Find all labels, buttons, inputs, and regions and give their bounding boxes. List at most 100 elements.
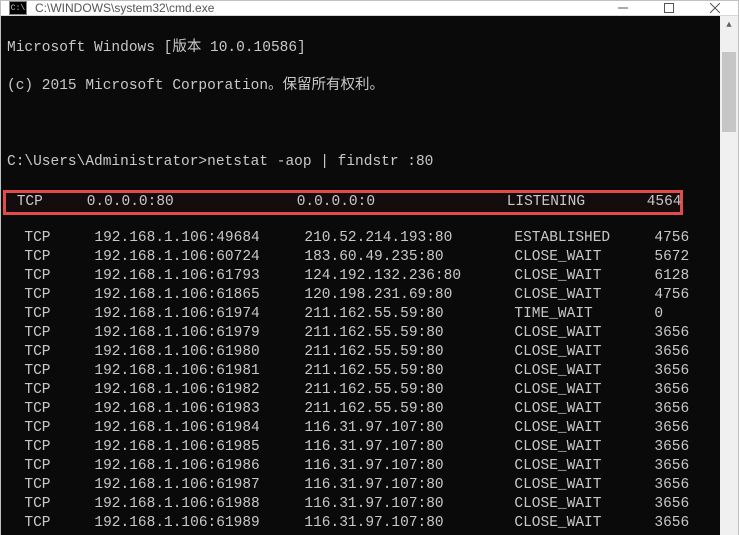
scroll-up-button[interactable]: ▲ bbox=[720, 16, 738, 34]
netstat-row: TCP192.168.1.106:61979211.162.55.59:80CL… bbox=[7, 324, 714, 343]
cell-local: 192.168.1.106:61986 bbox=[94, 457, 304, 476]
blank-line bbox=[7, 115, 714, 134]
cell-foreign: 211.162.55.59:80 bbox=[304, 381, 514, 400]
vertical-scrollbar[interactable]: ▲ ▼ bbox=[720, 16, 738, 535]
cell-local: 192.168.1.106:61988 bbox=[94, 495, 304, 514]
maximize-button[interactable] bbox=[646, 1, 692, 15]
cell-foreign: 211.162.55.59:80 bbox=[304, 343, 514, 362]
cell-proto: TCP bbox=[24, 400, 94, 419]
cell-foreign: 210.52.214.193:80 bbox=[304, 229, 514, 248]
cell-pid: 3656 bbox=[654, 438, 689, 457]
terminal-area: Microsoft Windows [版本 10.0.10586] (c) 20… bbox=[1, 16, 738, 535]
netstat-row: TCP192.168.1.106:61983211.162.55.59:80CL… bbox=[7, 400, 714, 419]
cell-state: CLOSE_WAIT bbox=[514, 438, 654, 457]
cell-proto: TCP bbox=[24, 324, 94, 343]
cell-state: LISTENING bbox=[507, 193, 647, 212]
netstat-row: TCP192.168.1.106:49684210.52.214.193:80E… bbox=[7, 229, 714, 248]
cell-local: 192.168.1.106:60724 bbox=[94, 248, 304, 267]
titlebar[interactable]: C:\ C:\WINDOWS\system32\cmd.exe bbox=[1, 1, 738, 16]
cell-pid: 6128 bbox=[654, 267, 689, 286]
cell-pid: 4564 bbox=[647, 193, 682, 212]
netstat-row: TCP192.168.1.106:61982211.162.55.59:80CL… bbox=[7, 381, 714, 400]
netstat-row: TCP192.168.1.106:61984116.31.97.107:80CL… bbox=[7, 419, 714, 438]
cell-foreign: 211.162.55.59:80 bbox=[304, 324, 514, 343]
cell-state: CLOSE_WAIT bbox=[514, 400, 654, 419]
cell-proto: TCP bbox=[24, 419, 94, 438]
cell-proto: TCP bbox=[24, 362, 94, 381]
cell-pid: 3656 bbox=[654, 343, 689, 362]
netstat-row: TCP192.168.1.106:61985116.31.97.107:80CL… bbox=[7, 438, 714, 457]
cell-proto: TCP bbox=[24, 286, 94, 305]
cell-local: 192.168.1.106:61979 bbox=[94, 324, 304, 343]
cmd-icon: C:\ bbox=[9, 1, 27, 15]
cell-pid: 3656 bbox=[654, 400, 689, 419]
cell-state: ESTABLISHED bbox=[514, 229, 654, 248]
cell-state: TIME_WAIT bbox=[514, 305, 654, 324]
minimize-button[interactable] bbox=[600, 1, 646, 15]
cell-proto: TCP bbox=[24, 514, 94, 533]
netstat-row: TCP192.168.1.106:61986116.31.97.107:80CL… bbox=[7, 457, 714, 476]
cell-state: CLOSE_WAIT bbox=[514, 381, 654, 400]
cell-proto: TCP bbox=[24, 457, 94, 476]
close-button[interactable] bbox=[692, 1, 738, 15]
cell-state: CLOSE_WAIT bbox=[514, 286, 654, 305]
cell-local: 192.168.1.106:49684 bbox=[94, 229, 304, 248]
cell-pid: 3656 bbox=[654, 476, 689, 495]
cell-foreign: 116.31.97.107:80 bbox=[304, 476, 514, 495]
cell-local: 192.168.1.106:61865 bbox=[94, 286, 304, 305]
cell-state: CLOSE_WAIT bbox=[514, 267, 654, 286]
cell-state: CLOSE_WAIT bbox=[514, 476, 654, 495]
cell-state: CLOSE_WAIT bbox=[514, 362, 654, 381]
cell-foreign: 116.31.97.107:80 bbox=[304, 495, 514, 514]
cell-foreign: 116.31.97.107:80 bbox=[304, 514, 514, 533]
highlighted-row: TCP0.0.0.0:800.0.0.0:0LISTENING4564 bbox=[7, 191, 714, 210]
netstat-row: TCP192.168.1.106:61987116.31.97.107:80CL… bbox=[7, 476, 714, 495]
cell-proto: TCP bbox=[24, 229, 94, 248]
cell-state: CLOSE_WAIT bbox=[514, 419, 654, 438]
cell-pid: 3656 bbox=[654, 381, 689, 400]
cell-local: 192.168.1.106:61974 bbox=[94, 305, 304, 324]
cell-foreign: 120.198.231.69:80 bbox=[304, 286, 514, 305]
cell-state: CLOSE_WAIT bbox=[514, 495, 654, 514]
cell-state: CLOSE_WAIT bbox=[514, 324, 654, 343]
netstat-row: TCP192.168.1.106:60724183.60.49.235:80CL… bbox=[7, 248, 714, 267]
cell-local: 0.0.0.0:80 bbox=[87, 193, 297, 212]
cell-proto: TCP bbox=[24, 476, 94, 495]
cell-pid: 0 bbox=[654, 305, 663, 324]
netstat-row: TCP192.168.1.106:61988116.31.97.107:80CL… bbox=[7, 495, 714, 514]
terminal-output[interactable]: Microsoft Windows [版本 10.0.10586] (c) 20… bbox=[1, 16, 720, 535]
cell-proto: TCP bbox=[24, 305, 94, 324]
cell-local: 192.168.1.106:61793 bbox=[94, 267, 304, 286]
cell-local: 192.168.1.106:61989 bbox=[94, 514, 304, 533]
cell-local: 192.168.1.106:61987 bbox=[94, 476, 304, 495]
cell-proto: TCP bbox=[24, 495, 94, 514]
window-controls bbox=[600, 1, 738, 15]
prompt-line: C:\Users\Administrator>netstat -aop | fi… bbox=[7, 153, 714, 172]
cell-foreign: 116.31.97.107:80 bbox=[304, 438, 514, 457]
cell-state: CLOSE_WAIT bbox=[514, 514, 654, 533]
window-title: C:\WINDOWS\system32\cmd.exe bbox=[35, 1, 600, 15]
cell-foreign: 211.162.55.59:80 bbox=[304, 305, 514, 324]
cell-pid: 3656 bbox=[654, 419, 689, 438]
cell-state: CLOSE_WAIT bbox=[514, 343, 654, 362]
cell-proto: TCP bbox=[24, 343, 94, 362]
cell-foreign: 116.31.97.107:80 bbox=[304, 419, 514, 438]
cell-local: 192.168.1.106:61982 bbox=[94, 381, 304, 400]
cell-local: 192.168.1.106:61980 bbox=[94, 343, 304, 362]
netstat-row: TCP192.168.1.106:61981211.162.55.59:80CL… bbox=[7, 362, 714, 381]
scroll-thumb[interactable] bbox=[722, 52, 736, 132]
cell-local: 192.168.1.106:61983 bbox=[94, 400, 304, 419]
cell-local: 192.168.1.106:61984 bbox=[94, 419, 304, 438]
cell-pid: 3656 bbox=[654, 514, 689, 533]
cell-pid: 4756 bbox=[654, 286, 689, 305]
banner-line-1: Microsoft Windows [版本 10.0.10586] bbox=[7, 39, 714, 58]
cell-pid: 3656 bbox=[654, 362, 689, 381]
netstat-row: TCP192.168.1.106:61793124.192.132.236:80… bbox=[7, 267, 714, 286]
netstat-row: TCP192.168.1.106:61989116.31.97.107:80CL… bbox=[7, 514, 714, 533]
cell-local: 192.168.1.106:61981 bbox=[94, 362, 304, 381]
cell-proto: TCP bbox=[24, 248, 94, 267]
cell-foreign: 0.0.0.0:0 bbox=[297, 193, 507, 212]
cell-pid: 3656 bbox=[654, 324, 689, 343]
cell-local: 192.168.1.106:61985 bbox=[94, 438, 304, 457]
maximize-icon bbox=[664, 3, 674, 13]
